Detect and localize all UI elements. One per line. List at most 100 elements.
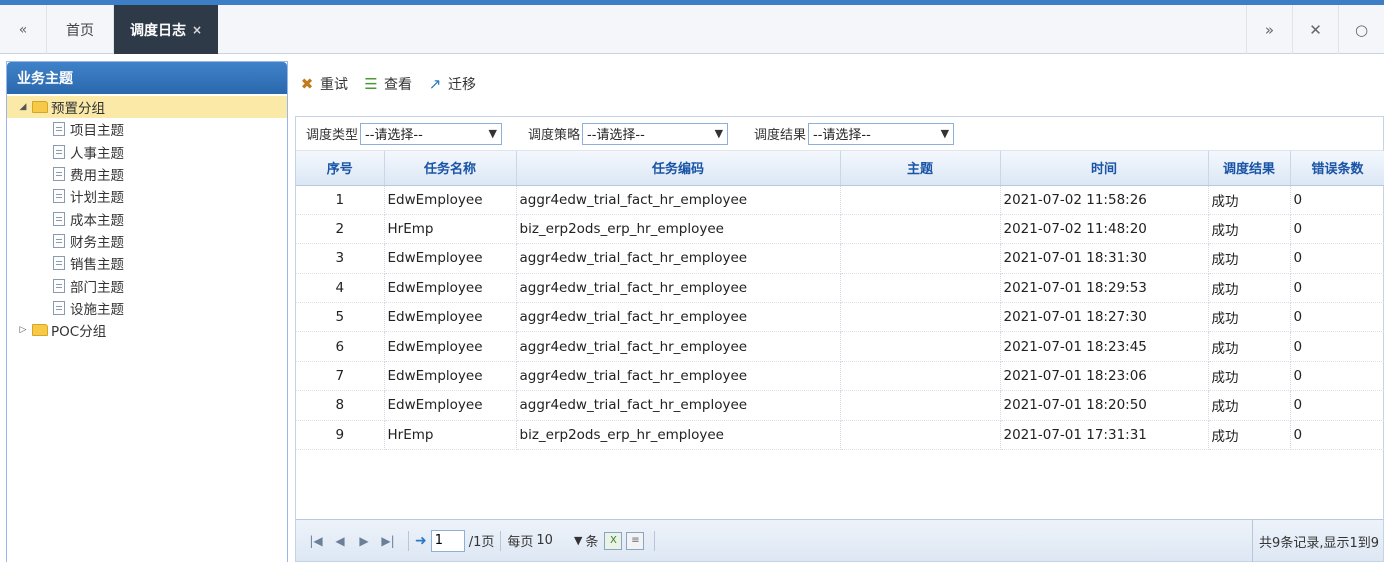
cell-theme <box>840 420 1001 451</box>
view-button[interactable]: ☰ 查看 <box>362 74 412 94</box>
table-row[interactable]: 1 EdwEmployee aggr4edw_trial_fact_hr_emp… <box>296 185 1384 215</box>
tree-item[interactable]: 费用主题 <box>7 163 287 185</box>
table-row[interactable]: 3 EdwEmployee aggr4edw_trial_fact_hr_emp… <box>296 243 1384 274</box>
schedule-result-select[interactable]: --请选择-- ▼ <box>808 122 955 145</box>
cell-task-name: EdwEmployee <box>384 243 517 274</box>
cell-time: 2021-07-01 18:23:06 <box>1000 361 1209 392</box>
select-value: --请选择-- <box>813 128 871 143</box>
tree-item[interactable]: 成本主题 <box>7 207 287 229</box>
cell-error-count: 0 <box>1290 243 1384 274</box>
cell-theme <box>840 331 1001 362</box>
cell-index: 4 <box>296 273 385 304</box>
cell-result: 成功 <box>1208 361 1291 392</box>
tree-item[interactable]: 人事主题 <box>7 141 287 163</box>
table-row[interactable]: 4 EdwEmployee aggr4edw_trial_fact_hr_emp… <box>296 273 1384 304</box>
cell-task-code: biz_erp2ods_erp_hr_employee <box>516 214 841 245</box>
cell-task-code: biz_erp2ods_erp_hr_employee <box>516 420 841 451</box>
cell-theme <box>840 214 1001 245</box>
tab-schedule-log-label: 调度日志 <box>129 22 186 39</box>
cell-theme <box>840 302 1001 333</box>
record-summary-text: 共9条记录,显示1到9 <box>1259 535 1379 551</box>
retry-button[interactable]: ✖ 重试 <box>298 74 348 94</box>
collapsed-arrow-icon[interactable]: ▷ <box>17 325 29 335</box>
cell-time: 2021-07-01 18:27:30 <box>1000 302 1209 333</box>
column-header[interactable]: 错误条数 <box>1290 151 1384 186</box>
export-excel-icon[interactable]: X <box>604 531 623 550</box>
cell-error-count: 0 <box>1290 185 1384 215</box>
page-size-value: 10 <box>536 533 553 548</box>
file-icon <box>53 189 65 204</box>
cell-task-name: EdwEmployee <box>384 390 517 421</box>
cell-task-code: aggr4edw_trial_fact_hr_employee <box>516 390 841 421</box>
table-row[interactable]: 6 EdwEmployee aggr4edw_trial_fact_hr_emp… <box>296 331 1384 362</box>
panel-title: 业务主题 <box>7 62 287 94</box>
settings-icon[interactable]: ○ <box>1338 5 1384 54</box>
page-size-select[interactable]: 10 ▼ <box>533 530 585 552</box>
column-header[interactable]: 主题 <box>840 151 1001 186</box>
tree-item[interactable]: 销售主题 <box>7 252 287 274</box>
cell-task-code: aggr4edw_trial_fact_hr_employee <box>516 273 841 304</box>
select-value: --请选择-- <box>587 128 645 143</box>
table-row[interactable]: 5 EdwEmployee aggr4edw_trial_fact_hr_emp… <box>296 302 1384 333</box>
tree-item[interactable]: 项目主题 <box>7 118 287 140</box>
tab-schedule-log[interactable]: 调度日志 × <box>114 5 218 54</box>
migrate-button[interactable]: ↗ 迁移 <box>426 74 476 94</box>
tree-item[interactable]: 财务主题 <box>7 230 287 252</box>
close-all-tabs-icon[interactable]: ✕ <box>1292 5 1338 54</box>
column-header[interactable]: 任务编码 <box>516 151 841 186</box>
file-icon <box>53 300 65 315</box>
cell-time: 2021-07-02 11:58:26 <box>1000 185 1209 215</box>
tree-item[interactable]: 设施主题 <box>7 297 287 319</box>
table-row[interactable]: 2 HrEmp biz_erp2ods_erp_hr_employee 2021… <box>296 214 1384 245</box>
tree-item-label: 人事主题 <box>70 145 124 162</box>
select-value: --请选择-- <box>365 128 423 143</box>
export-doc-icon[interactable]: ≡ <box>626 531 645 550</box>
tabs-scroll-left-icon[interactable]: « <box>0 5 46 54</box>
cell-index: 8 <box>296 390 385 421</box>
list-icon: ☰ <box>364 75 378 93</box>
tree-item[interactable]: 计划主题 <box>7 185 287 207</box>
column-header[interactable]: 任务名称 <box>384 151 517 186</box>
retry-label: 重试 <box>320 77 348 93</box>
tree-group-poc[interactable]: ▷ POC分组 <box>7 319 287 341</box>
cell-task-name: HrEmp <box>384 420 517 451</box>
chevron-down-icon: ▼ <box>488 127 498 140</box>
cell-task-name: HrEmp <box>384 214 517 245</box>
tree-item-label: 计划主题 <box>70 190 124 207</box>
next-page-icon[interactable]: ▶ <box>354 534 374 548</box>
tab-home[interactable]: 首页 <box>46 5 114 54</box>
cell-task-code: aggr4edw_trial_fact_hr_employee <box>516 331 841 362</box>
prev-page-icon[interactable]: ◀ <box>330 534 350 548</box>
cell-index: 7 <box>296 361 385 392</box>
tabs-scroll-right-icon[interactable]: » <box>1246 5 1292 54</box>
expanded-arrow-icon[interactable]: ◢ <box>17 102 29 112</box>
cell-task-name: EdwEmployee <box>384 361 517 392</box>
cell-error-count: 0 <box>1290 302 1384 333</box>
column-header[interactable]: 调度结果 <box>1208 151 1291 186</box>
go-page-icon[interactable]: ➜ <box>415 533 427 549</box>
tab-close-icon[interactable]: × <box>192 23 202 37</box>
tree-item-label: 设施主题 <box>70 301 124 318</box>
cell-time: 2021-07-01 18:20:50 <box>1000 390 1209 421</box>
table-row[interactable]: 7 EdwEmployee aggr4edw_trial_fact_hr_emp… <box>296 361 1384 392</box>
cell-result: 成功 <box>1208 390 1291 421</box>
tree-group-preset[interactable]: ◢ 预置分组 <box>7 96 287 119</box>
tree-group-label: 预置分组 <box>51 101 105 118</box>
cell-result: 成功 <box>1208 185 1291 215</box>
page-number-input[interactable] <box>430 529 465 552</box>
file-icon <box>53 144 65 159</box>
table-row[interactable]: 9 HrEmp biz_erp2ods_erp_hr_employee 2021… <box>296 420 1384 451</box>
cell-result: 成功 <box>1208 331 1291 362</box>
folder-icon <box>32 324 48 337</box>
tree-item-label: 费用主题 <box>70 168 124 185</box>
tools-icon: ✖ <box>300 75 314 93</box>
column-header[interactable]: 时间 <box>1000 151 1209 186</box>
schedule-type-select[interactable]: --请选择-- ▼ <box>360 122 503 145</box>
cell-theme <box>840 273 1001 304</box>
schedule-strategy-select[interactable]: --请选择-- ▼ <box>582 122 729 145</box>
table-row[interactable]: 8 EdwEmployee aggr4edw_trial_fact_hr_emp… <box>296 390 1384 421</box>
tree-item[interactable]: 部门主题 <box>7 274 287 296</box>
last-page-icon[interactable]: ▶| <box>378 534 398 548</box>
first-page-icon[interactable]: |◀ <box>306 534 326 548</box>
column-header[interactable]: 序号 <box>296 151 385 186</box>
